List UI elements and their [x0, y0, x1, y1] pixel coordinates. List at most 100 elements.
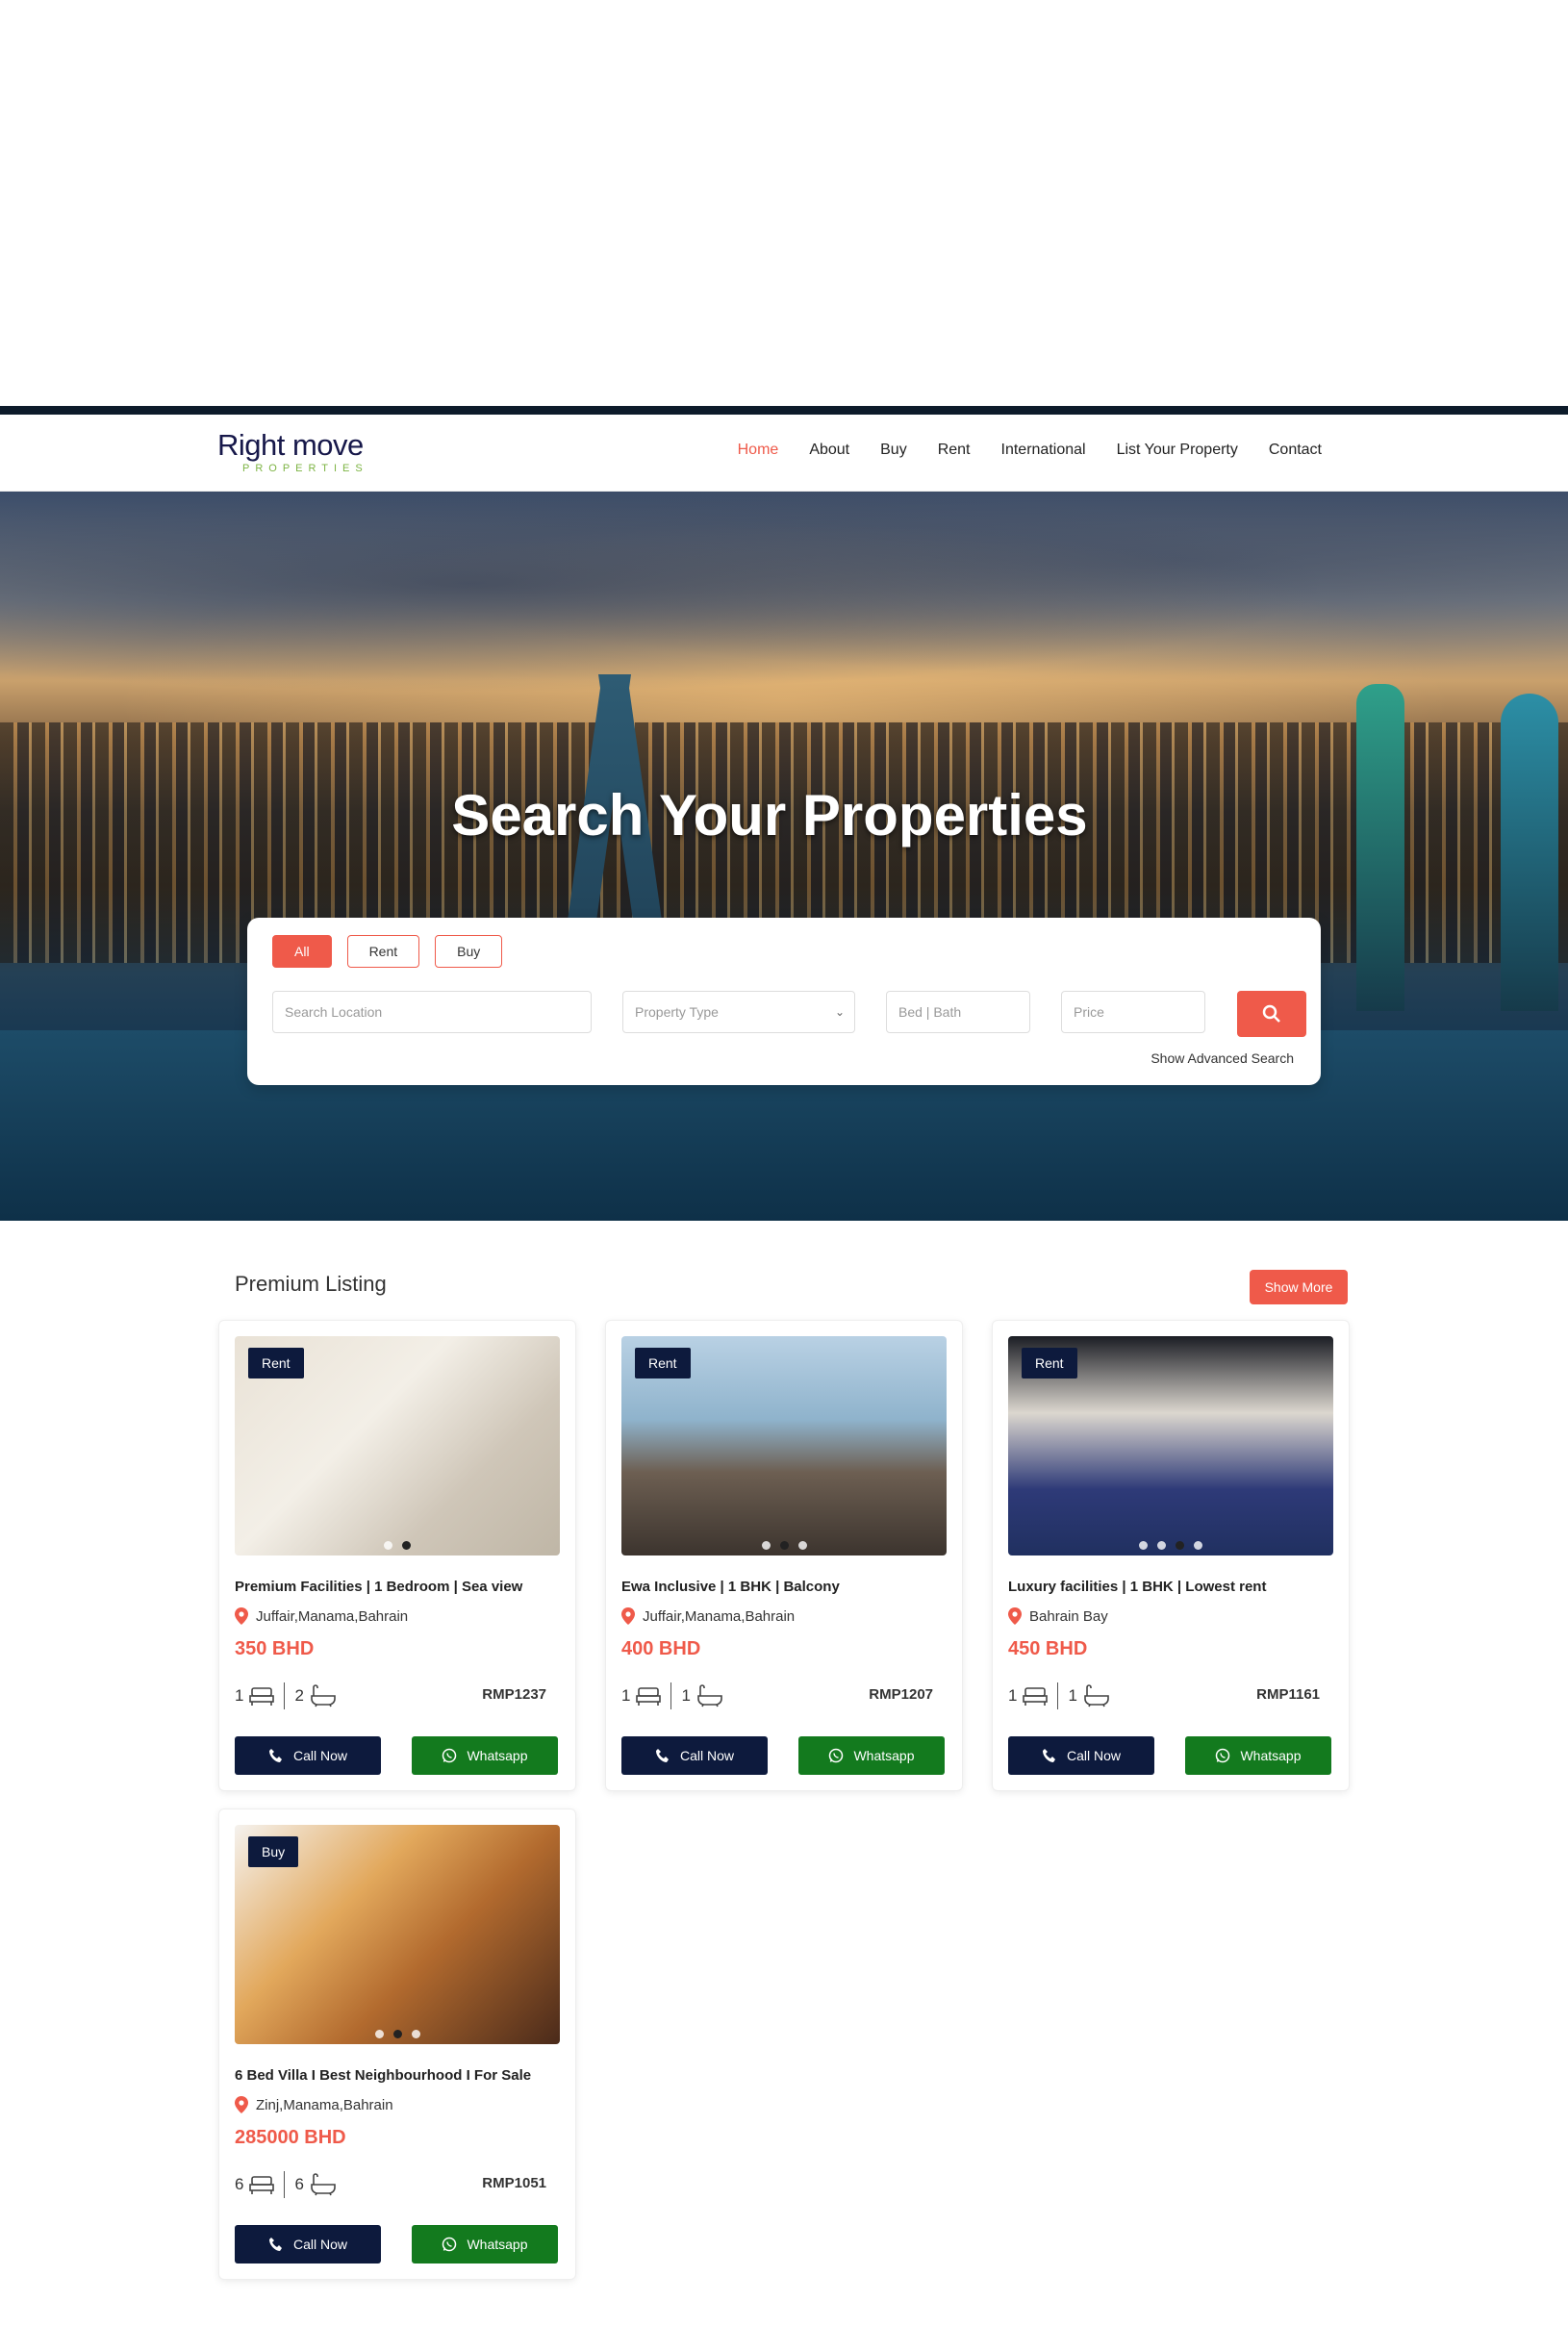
- listing-location: Juffair,Manama,Bahrain: [235, 1607, 408, 1625]
- carousel-dot[interactable]: [761, 1541, 771, 1550]
- carousel-dot[interactable]: [1139, 1541, 1148, 1550]
- search-icon: [1262, 1004, 1280, 1023]
- main-nav: Home About Buy Rent International List Y…: [738, 442, 1322, 459]
- baths-count: 1: [1068, 1686, 1077, 1705]
- carousel-dot[interactable]: [1157, 1541, 1166, 1550]
- call-now-button[interactable]: Call Now: [1008, 1736, 1154, 1775]
- carousel-dots: [235, 2030, 560, 2038]
- bed-icon: [1023, 1687, 1049, 1706]
- hero-tower-edge: [1501, 694, 1558, 1011]
- beds-count: 1: [1008, 1686, 1018, 1705]
- price-input[interactable]: Price: [1061, 991, 1205, 1033]
- listing-ref: RMP1051: [482, 2175, 546, 2191]
- listing-badge: Buy: [248, 1836, 299, 1867]
- spec-divider: [670, 1682, 672, 1709]
- listing-card[interactable]: Rent Luxury facilities | 1 BHK | Lowest …: [992, 1320, 1350, 1791]
- whatsapp-button[interactable]: Whatsapp: [1185, 1736, 1331, 1775]
- listing-specs: 6 6: [235, 2171, 337, 2198]
- hero-banner: Search Your Properties: [0, 492, 1568, 1221]
- carousel-dots: [1008, 1541, 1333, 1550]
- whatsapp-label: Whatsapp: [467, 2237, 528, 2252]
- listing-specs: 1 1: [621, 1682, 723, 1709]
- location-pin-icon: [235, 2096, 248, 2113]
- nav-home[interactable]: Home: [738, 442, 779, 459]
- listing-photo[interactable]: Rent: [235, 1336, 560, 1555]
- section-title: Premium Listing: [235, 1272, 387, 1296]
- tab-all[interactable]: All: [272, 935, 332, 968]
- carousel-dot[interactable]: [392, 2030, 402, 2038]
- nav-contact[interactable]: Contact: [1269, 442, 1322, 459]
- listing-photo[interactable]: Rent: [1008, 1336, 1333, 1555]
- listing-photo[interactable]: Rent: [621, 1336, 947, 1555]
- listing-location-text: Bahrain Bay: [1029, 1607, 1108, 1625]
- listing-card[interactable]: Rent Premium Facilities | 1 Bedroom | Se…: [218, 1320, 576, 1791]
- listing-title[interactable]: 6 Bed Villa I Best Neighbourhood I For S…: [235, 2067, 531, 2084]
- listing-badge: Rent: [248, 1348, 304, 1378]
- whatsapp-icon: [829, 1748, 844, 1763]
- carousel-dot[interactable]: [411, 2030, 420, 2038]
- logo-sub: PROPERTIES: [242, 463, 368, 474]
- logo[interactable]: Right move PROPERTIES: [217, 428, 381, 478]
- listing-title[interactable]: Premium Facilities | 1 Bedroom | Sea vie…: [235, 1579, 522, 1595]
- listing-location-text: Juffair,Manama,Bahrain: [256, 1607, 409, 1625]
- nav-rent[interactable]: Rent: [938, 442, 971, 459]
- advanced-search-link[interactable]: Show Advanced Search: [1151, 1050, 1294, 1066]
- tab-rent[interactable]: Rent: [346, 935, 420, 968]
- phone-icon: [1042, 1749, 1055, 1762]
- listing-location-text: Juffair,Manama,Bahrain: [643, 1607, 796, 1625]
- listing-location: Zinj,Manama,Bahrain: [235, 2096, 393, 2113]
- carousel-dot[interactable]: [402, 1541, 411, 1550]
- top-strip: [0, 406, 1568, 415]
- bathtub-icon: [697, 1684, 722, 1707]
- search-location-input[interactable]: Search Location: [272, 991, 592, 1033]
- listing-card[interactable]: Rent Ewa Inclusive | 1 BHK | Balcony Juf…: [605, 1320, 963, 1791]
- listing-price: 400 BHD: [621, 1638, 701, 1659]
- carousel-dot[interactable]: [1194, 1541, 1202, 1550]
- property-type-select[interactable]: Property Type ⌄: [622, 991, 855, 1033]
- baths-count: 1: [681, 1686, 691, 1705]
- show-more-button[interactable]: Show More: [1250, 1270, 1348, 1304]
- property-type-label: Property Type: [635, 1004, 719, 1020]
- listing-title[interactable]: Ewa Inclusive | 1 BHK | Balcony: [621, 1579, 840, 1595]
- hero-sky: [0, 492, 1568, 722]
- carousel-dot[interactable]: [1176, 1541, 1184, 1550]
- hero-title: Search Your Properties: [451, 783, 1088, 847]
- nav-about[interactable]: About: [809, 442, 849, 459]
- search-tabs: All Rent Buy: [272, 935, 503, 968]
- carousel-dot[interactable]: [374, 2030, 384, 2038]
- tab-buy[interactable]: Buy: [435, 935, 503, 968]
- location-pin-icon: [1008, 1607, 1022, 1625]
- carousel-dot[interactable]: [797, 1541, 807, 1550]
- call-now-button[interactable]: Call Now: [235, 2225, 381, 2263]
- search-button[interactable]: [1237, 991, 1306, 1037]
- carousel-dot[interactable]: [384, 1541, 392, 1550]
- carousel-dot[interactable]: [779, 1541, 789, 1550]
- whatsapp-icon: [443, 2237, 457, 2252]
- whatsapp-button[interactable]: Whatsapp: [412, 1736, 558, 1775]
- nav-buy[interactable]: Buy: [880, 442, 907, 459]
- spec-divider: [284, 2171, 286, 2198]
- nav-list-property[interactable]: List Your Property: [1117, 442, 1238, 459]
- whatsapp-button[interactable]: Whatsapp: [798, 1736, 945, 1775]
- listing-price: 350 BHD: [235, 1638, 315, 1659]
- navbar: Right move PROPERTIES Home About Buy Ren…: [0, 415, 1568, 492]
- whatsapp-button[interactable]: Whatsapp: [412, 2225, 558, 2263]
- call-now-label: Call Now: [679, 1748, 734, 1763]
- location-pin-icon: [621, 1607, 635, 1625]
- call-now-button[interactable]: Call Now: [621, 1736, 768, 1775]
- bed-bath-input[interactable]: Bed | Bath: [886, 991, 1030, 1033]
- spec-divider: [1057, 1682, 1059, 1709]
- listing-card[interactable]: Buy 6 Bed Villa I Best Neighbourhood I F…: [218, 1808, 576, 2280]
- bathtub-icon: [311, 1684, 336, 1707]
- beds-count: 6: [235, 2175, 244, 2193]
- listing-specs: 1 2: [235, 1682, 337, 1709]
- beds-count: 1: [235, 1686, 244, 1705]
- nav-international[interactable]: International: [1001, 442, 1086, 459]
- bed-icon: [249, 1687, 275, 1706]
- location-pin-icon: [235, 1607, 248, 1625]
- call-now-button[interactable]: Call Now: [235, 1736, 381, 1775]
- carousel-dots: [621, 1541, 947, 1550]
- listing-title[interactable]: Luxury facilities | 1 BHK | Lowest rent: [1008, 1579, 1266, 1595]
- listing-photo[interactable]: Buy: [235, 1825, 560, 2044]
- bed-icon: [249, 2176, 275, 2194]
